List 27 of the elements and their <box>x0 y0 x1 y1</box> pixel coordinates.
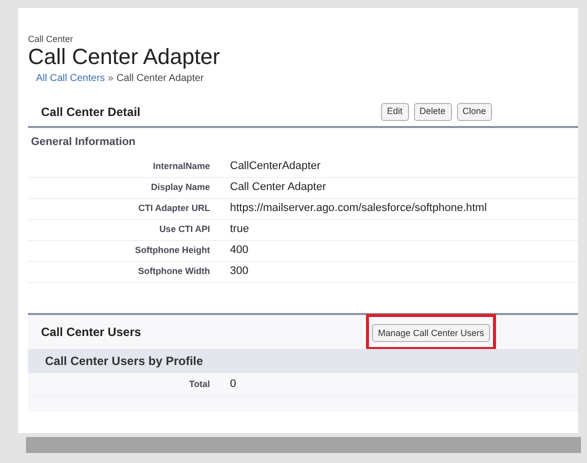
field-value: 300 <box>230 264 248 280</box>
field-label: InternalName <box>152 160 211 173</box>
breadcrumb-separator: » <box>108 72 114 86</box>
field-value: 400 <box>230 243 248 258</box>
toolbar-button[interactable]: Clone <box>456 103 492 121</box>
field-label: CTI Adapter URL <box>137 202 211 215</box>
field-label: Display Name <box>150 180 211 194</box>
page-caption: Call Center <box>28 34 74 44</box>
subsection-title: Call Center Users by Profile <box>45 352 204 370</box>
subsection-title: General Information <box>30 135 137 150</box>
breadcrumb-current: Call Center Adapter <box>116 72 204 86</box>
field-value: Call Center Adapter <box>230 180 326 196</box>
manage-users-button[interactable]: Manage Call Center Users <box>372 324 490 342</box>
field-value: 0 <box>230 377 236 392</box>
toolbar-button[interactable]: Delete <box>414 103 452 121</box>
toolbar-button[interactable]: Edit <box>381 103 409 121</box>
field-label: Softphone Height <box>134 244 211 257</box>
section-title: Call Center Users <box>41 324 142 340</box>
field-value: CallCenterAdapter <box>230 159 320 174</box>
field-label: Total <box>188 378 211 391</box>
breadcrumb-link[interactable]: All Call Centers <box>36 71 105 86</box>
field-label: Softphone Width <box>137 264 211 278</box>
field-label: Use CTI API <box>158 222 211 236</box>
section-title: Call Center Detail <box>41 104 142 121</box>
field-value: https://mailserver.ago.com/salesforce/softphone.html <box>230 201 487 216</box>
page-title: Call Center Adapter <box>28 44 221 70</box>
field-value: true <box>230 222 249 238</box>
